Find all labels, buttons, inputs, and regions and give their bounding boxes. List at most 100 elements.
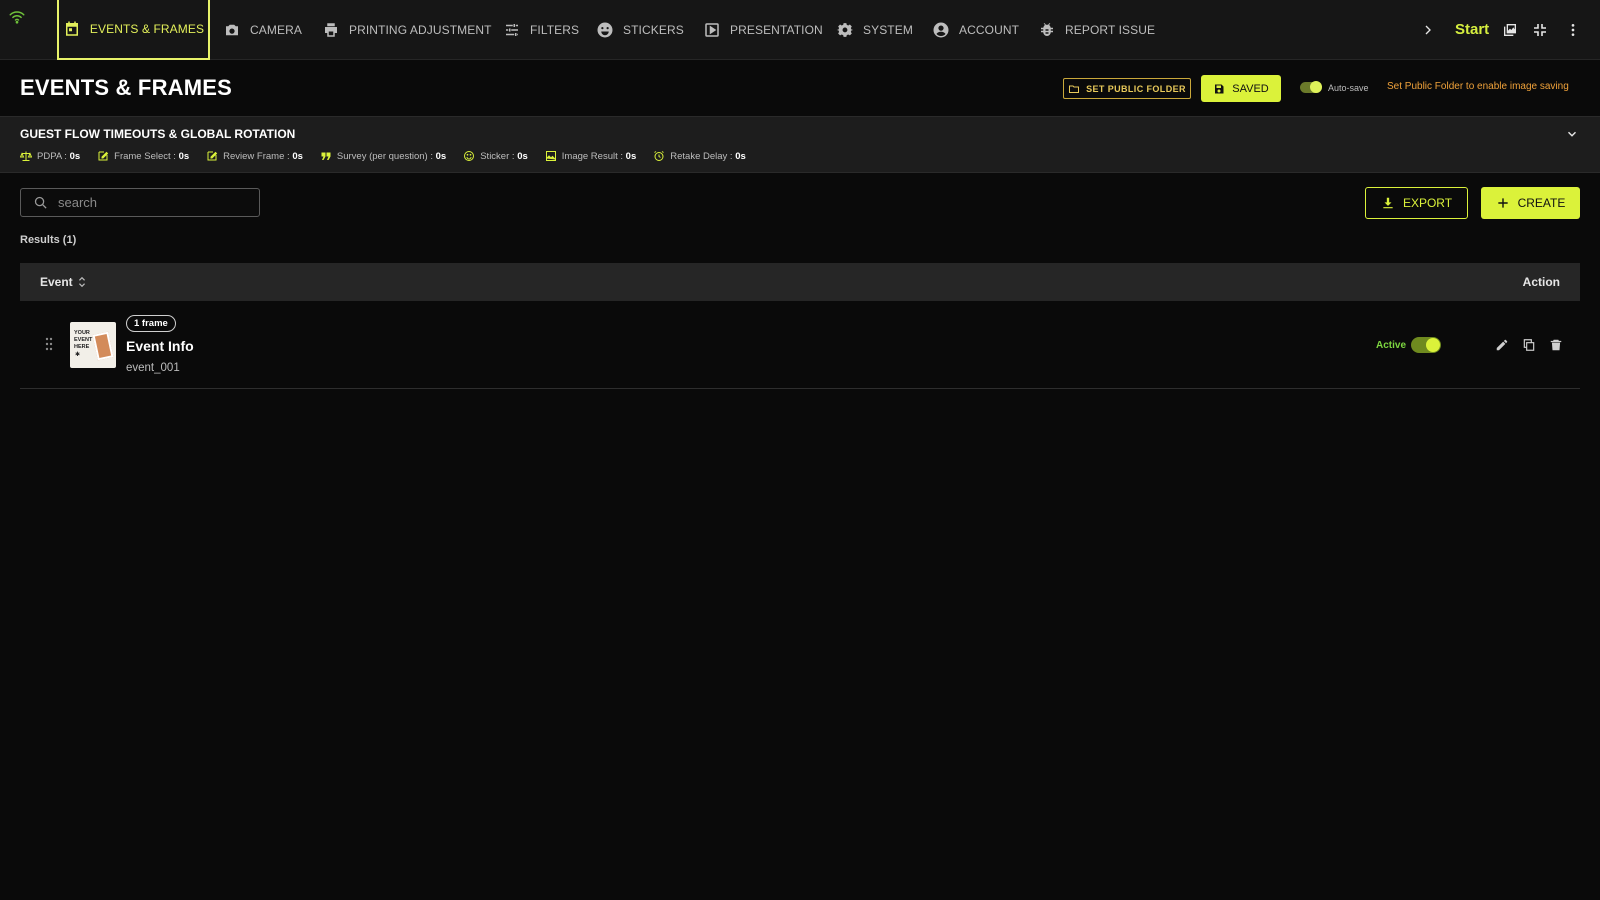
gallery-icon[interactable] [1502, 22, 1518, 38]
more-vertical-icon[interactable] [1565, 22, 1581, 38]
plus-icon [1496, 196, 1510, 210]
tab-label: PRINTING ADJUSTMENT [349, 23, 492, 37]
event-status: Active [1376, 337, 1442, 353]
tab-label: SYSTEM [863, 23, 913, 37]
saved-button[interactable]: SAVED [1201, 75, 1281, 102]
calendar-icon [63, 20, 81, 38]
autosave-toggle[interactable] [1300, 81, 1322, 93]
guest-flow-panel: GUEST FLOW TIMEOUTS & GLOBAL ROTATION PD… [0, 116, 1600, 173]
scale-icon [20, 150, 32, 162]
tab-label: REPORT ISSUE [1065, 23, 1156, 37]
flow-label: Image Result [561, 150, 618, 162]
sliders-icon [503, 21, 521, 39]
chevron-down-icon[interactable] [1565, 127, 1579, 141]
chevron-right-icon[interactable] [1420, 22, 1436, 38]
export-button[interactable]: EXPORT [1365, 187, 1468, 219]
flow-item-image-result: Image Result : 0s [545, 150, 636, 162]
saved-label: SAVED [1232, 82, 1269, 95]
tab-label: FILTERS [530, 23, 580, 37]
account-icon [932, 21, 950, 39]
folder-icon [1068, 83, 1080, 95]
autosave-label: Auto-save [1328, 82, 1369, 93]
event-thumbnail: YOUR EVENT HERE ✱ [70, 322, 116, 368]
tab-label: EVENTS & FRAMES [89, 22, 205, 36]
tab-system[interactable]: SYSTEM [836, 0, 913, 60]
tab-printing-adjustment[interactable]: PRINTING ADJUSTMENT [322, 0, 492, 60]
table-header: Event Action [20, 263, 1580, 301]
flow-value: 0s [292, 150, 303, 162]
image-icon [545, 150, 557, 162]
flow-item-review-frame: Review Frame : 0s [206, 150, 303, 162]
edit-icon[interactable] [1495, 338, 1509, 352]
event-name: Event Info [126, 338, 194, 354]
flow-value: 0s [517, 150, 528, 162]
trash-icon[interactable] [1549, 338, 1563, 352]
status-label: Active [1376, 339, 1407, 351]
printer-icon [322, 21, 340, 39]
tab-label: STICKERS [623, 23, 684, 37]
tab-report-issue[interactable]: REPORT ISSUE [1038, 0, 1155, 60]
tab-label: PRESENTATION [730, 23, 823, 37]
flow-value: 0s [69, 150, 81, 162]
set-public-folder-button[interactable]: SET PUBLIC FOLDER [1063, 78, 1191, 99]
active-toggle[interactable] [1411, 337, 1442, 353]
camera-icon [223, 21, 241, 39]
gear-icon [836, 21, 854, 39]
flow-item-survey: Survey (per question) : 0s [320, 150, 446, 162]
tab-stickers[interactable]: STICKERS [596, 0, 684, 60]
flow-value: 0s [625, 150, 637, 162]
search-box [20, 188, 260, 217]
save-icon [1213, 83, 1225, 95]
page-title: EVENTS & FRAMES [20, 75, 233, 100]
flow-label: PDPA [37, 150, 62, 162]
top-nav-bar: EVENTS & FRAMES CAMERA PRINTING ADJUSTME… [0, 0, 1600, 60]
smiley-icon [463, 150, 475, 162]
column-header-event[interactable]: Event [40, 275, 87, 289]
search-icon [33, 195, 48, 210]
create-button[interactable]: CREATE [1481, 187, 1580, 219]
thumbnail-photo [92, 331, 114, 361]
bug-icon [1038, 21, 1056, 39]
download-icon [1381, 196, 1395, 210]
start-button[interactable]: Start [1455, 21, 1489, 38]
quote-icon [320, 150, 332, 162]
column-header-event-label: Event [40, 275, 73, 289]
flow-item-sticker: Sticker : 0s [463, 150, 528, 162]
tab-events-frames[interactable]: EVENTS & FRAMES [57, 0, 210, 60]
wifi-icon [8, 8, 26, 26]
search-input[interactable] [58, 195, 238, 210]
flow-label: Sticker [480, 150, 510, 162]
guest-flow-title: GUEST FLOW TIMEOUTS & GLOBAL ROTATION [20, 127, 296, 141]
tab-label: ACCOUNT [959, 23, 1020, 37]
table-row[interactable]: YOUR EVENT HERE ✱ 1 frame Event Info eve… [20, 301, 1580, 389]
guest-flow-items: PDPA : 0s Frame Select : 0s Review Frame… [20, 150, 746, 162]
copy-icon[interactable] [1522, 338, 1536, 352]
flow-value: 0s [735, 150, 746, 162]
sparkle-icon: ✱ [75, 352, 81, 358]
edit-frame-icon [206, 150, 218, 162]
autosave-control: Auto-save [1300, 81, 1369, 93]
sort-icon [77, 276, 87, 288]
tab-account[interactable]: ACCOUNT [932, 0, 1019, 60]
export-label: EXPORT [1402, 196, 1453, 210]
flow-item-retake-delay: Retake Delay : 0s [653, 150, 746, 162]
tab-presentation[interactable]: PRESENTATION [703, 0, 823, 60]
edit-frame-icon [97, 150, 109, 162]
fullscreen-exit-icon[interactable] [1532, 22, 1548, 38]
tab-filters[interactable]: FILTERS [503, 0, 579, 60]
flow-label: Frame Select [114, 150, 171, 162]
public-folder-warning: Set Public Folder to enable image saving [1387, 81, 1569, 92]
set-public-folder-label: SET PUBLIC FOLDER [1086, 83, 1186, 94]
alarm-icon [653, 150, 665, 162]
flow-value: 0s [178, 150, 190, 162]
tab-camera[interactable]: CAMERA [223, 0, 302, 60]
flow-item-pdpa: PDPA : 0s [20, 150, 80, 162]
flow-item-frame-select: Frame Select : 0s [97, 150, 189, 162]
tab-label: CAMERA [250, 23, 302, 37]
flow-label: Review Frame [223, 150, 285, 162]
drag-handle-icon[interactable] [44, 337, 54, 351]
play-icon [703, 21, 721, 39]
create-label: CREATE [1517, 196, 1566, 210]
flow-label: Retake Delay [670, 150, 728, 162]
flow-label: Survey (per question) [336, 150, 428, 162]
